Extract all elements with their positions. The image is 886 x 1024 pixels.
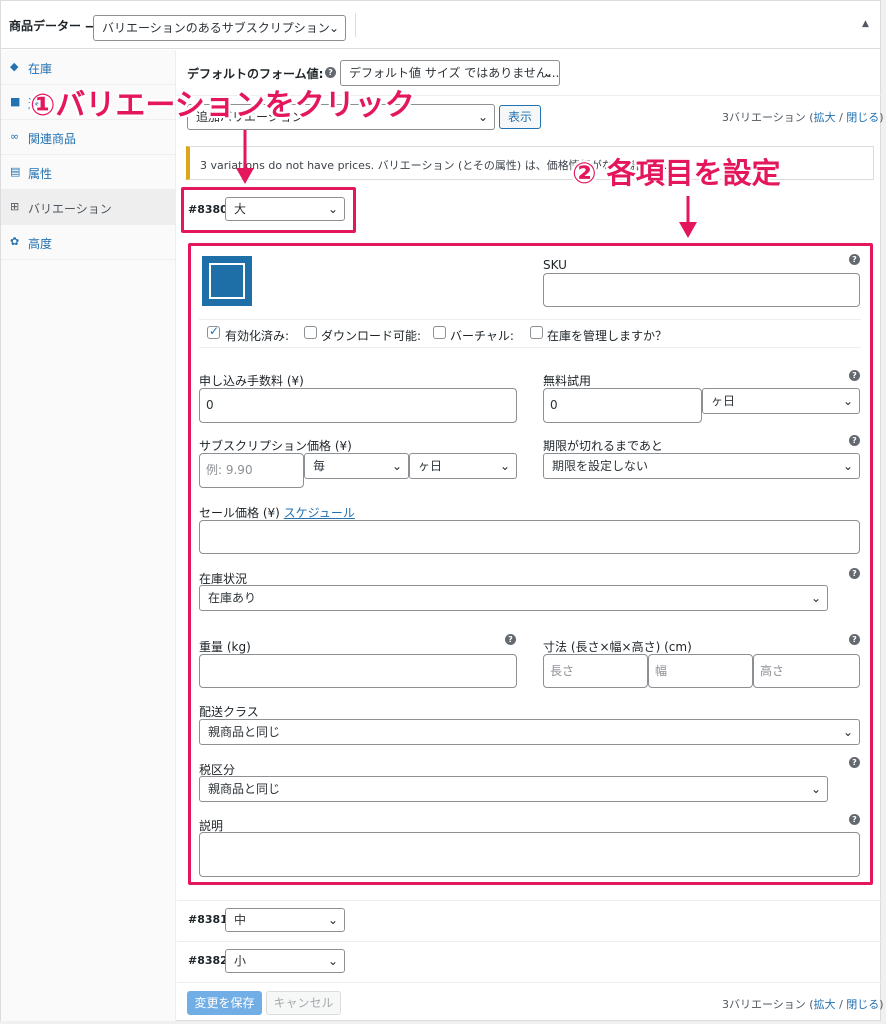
chevron-down-icon: ⌄ [327, 954, 338, 968]
divider [177, 941, 881, 942]
variation-count: 3バリエーション (拡大 / 閉じる) [722, 109, 884, 125]
tab-label: 属性 [28, 167, 53, 181]
chevron-down-icon: ⌄ [477, 110, 488, 124]
close-all-link[interactable]: 閉じる [846, 998, 879, 1011]
divider [177, 900, 881, 901]
tab-attributes[interactable]: ▤ 属性 [1, 155, 176, 190]
gear-icon: ✿ [10, 235, 20, 248]
product-type-select[interactable]: バリエーションのあるサブスクリプション ⌄ [93, 15, 346, 41]
variation-count-footer: 3バリエーション (拡大 / 閉じる) [722, 996, 884, 1012]
save-changes-button[interactable]: 変更を保存 [187, 991, 262, 1015]
link-icon: ∞ [10, 130, 20, 143]
chevron-down-icon: ⌄ [328, 21, 339, 35]
variation-count-text: 3バリエーション ( [722, 998, 814, 1011]
cancel-button[interactable]: キャンセル [266, 991, 341, 1015]
separator: / [835, 111, 847, 124]
tab-label: 在庫 [28, 62, 53, 76]
show-button[interactable]: 表示 [499, 105, 541, 129]
product-data-title: 商品データー — [9, 19, 98, 33]
default-size-value: デフォルト値 サイズ ではありません... [349, 66, 560, 80]
collapse-arrow-icon[interactable]: ▲ [862, 19, 869, 29]
paren: ) [879, 998, 884, 1011]
separator: / [835, 998, 847, 1011]
tab-variations[interactable]: ⊞ バリエーション [1, 190, 176, 225]
divider [177, 982, 881, 983]
variation-highlight-box [181, 187, 356, 233]
tab-linked-products[interactable]: ∞ 関連商品 [1, 120, 176, 155]
variation-size-select[interactable]: 中 ⌄ [225, 908, 345, 932]
close-all-link[interactable]: 閉じる [846, 111, 879, 124]
expand-all-link[interactable]: 拡大 [814, 998, 836, 1011]
variation-id: #8382 [188, 954, 228, 967]
variation-size-value: 小 [234, 954, 247, 968]
tab-label: 高度 [28, 237, 53, 251]
product-type-value: バリエーションのあるサブスクリプション [102, 21, 330, 35]
product-data-tabs: ◆ 在庫 ■ 送 ∞ 関連商品 ▤ 属性 ⊞ バリエーション ✿ 高度 [1, 50, 176, 1021]
fields-highlight-box [188, 243, 873, 885]
tag-icon: ◆ [10, 60, 19, 73]
variation-size-select[interactable]: 小 ⌄ [225, 949, 345, 973]
chevron-down-icon: ⌄ [542, 66, 553, 80]
variation-id: #8381 [188, 913, 228, 926]
variation-size-value: 中 [234, 913, 247, 927]
truck-icon: ■ [10, 95, 21, 108]
annotation-step2: ② 各項目を設定 [572, 156, 781, 190]
header-divider [355, 13, 356, 37]
list-icon: ▤ [10, 165, 21, 178]
grid-icon: ⊞ [10, 200, 20, 213]
annotation-step1: ①バリエーションをクリック [30, 88, 415, 123]
expand-all-link[interactable]: 拡大 [814, 111, 836, 124]
paren: ) [879, 111, 884, 124]
product-data-header: 商品データー — バリエーションのあるサブスクリプション ⌄ ▲ [1, 1, 880, 49]
variation-count-text: 3バリエーション ( [722, 111, 814, 124]
chevron-down-icon: ⌄ [327, 913, 338, 927]
help-icon: ? [325, 67, 336, 78]
tab-label: バリエーション [28, 202, 112, 216]
tab-advanced[interactable]: ✿ 高度 [1, 225, 176, 260]
tab-label: 関連商品 [28, 132, 77, 146]
